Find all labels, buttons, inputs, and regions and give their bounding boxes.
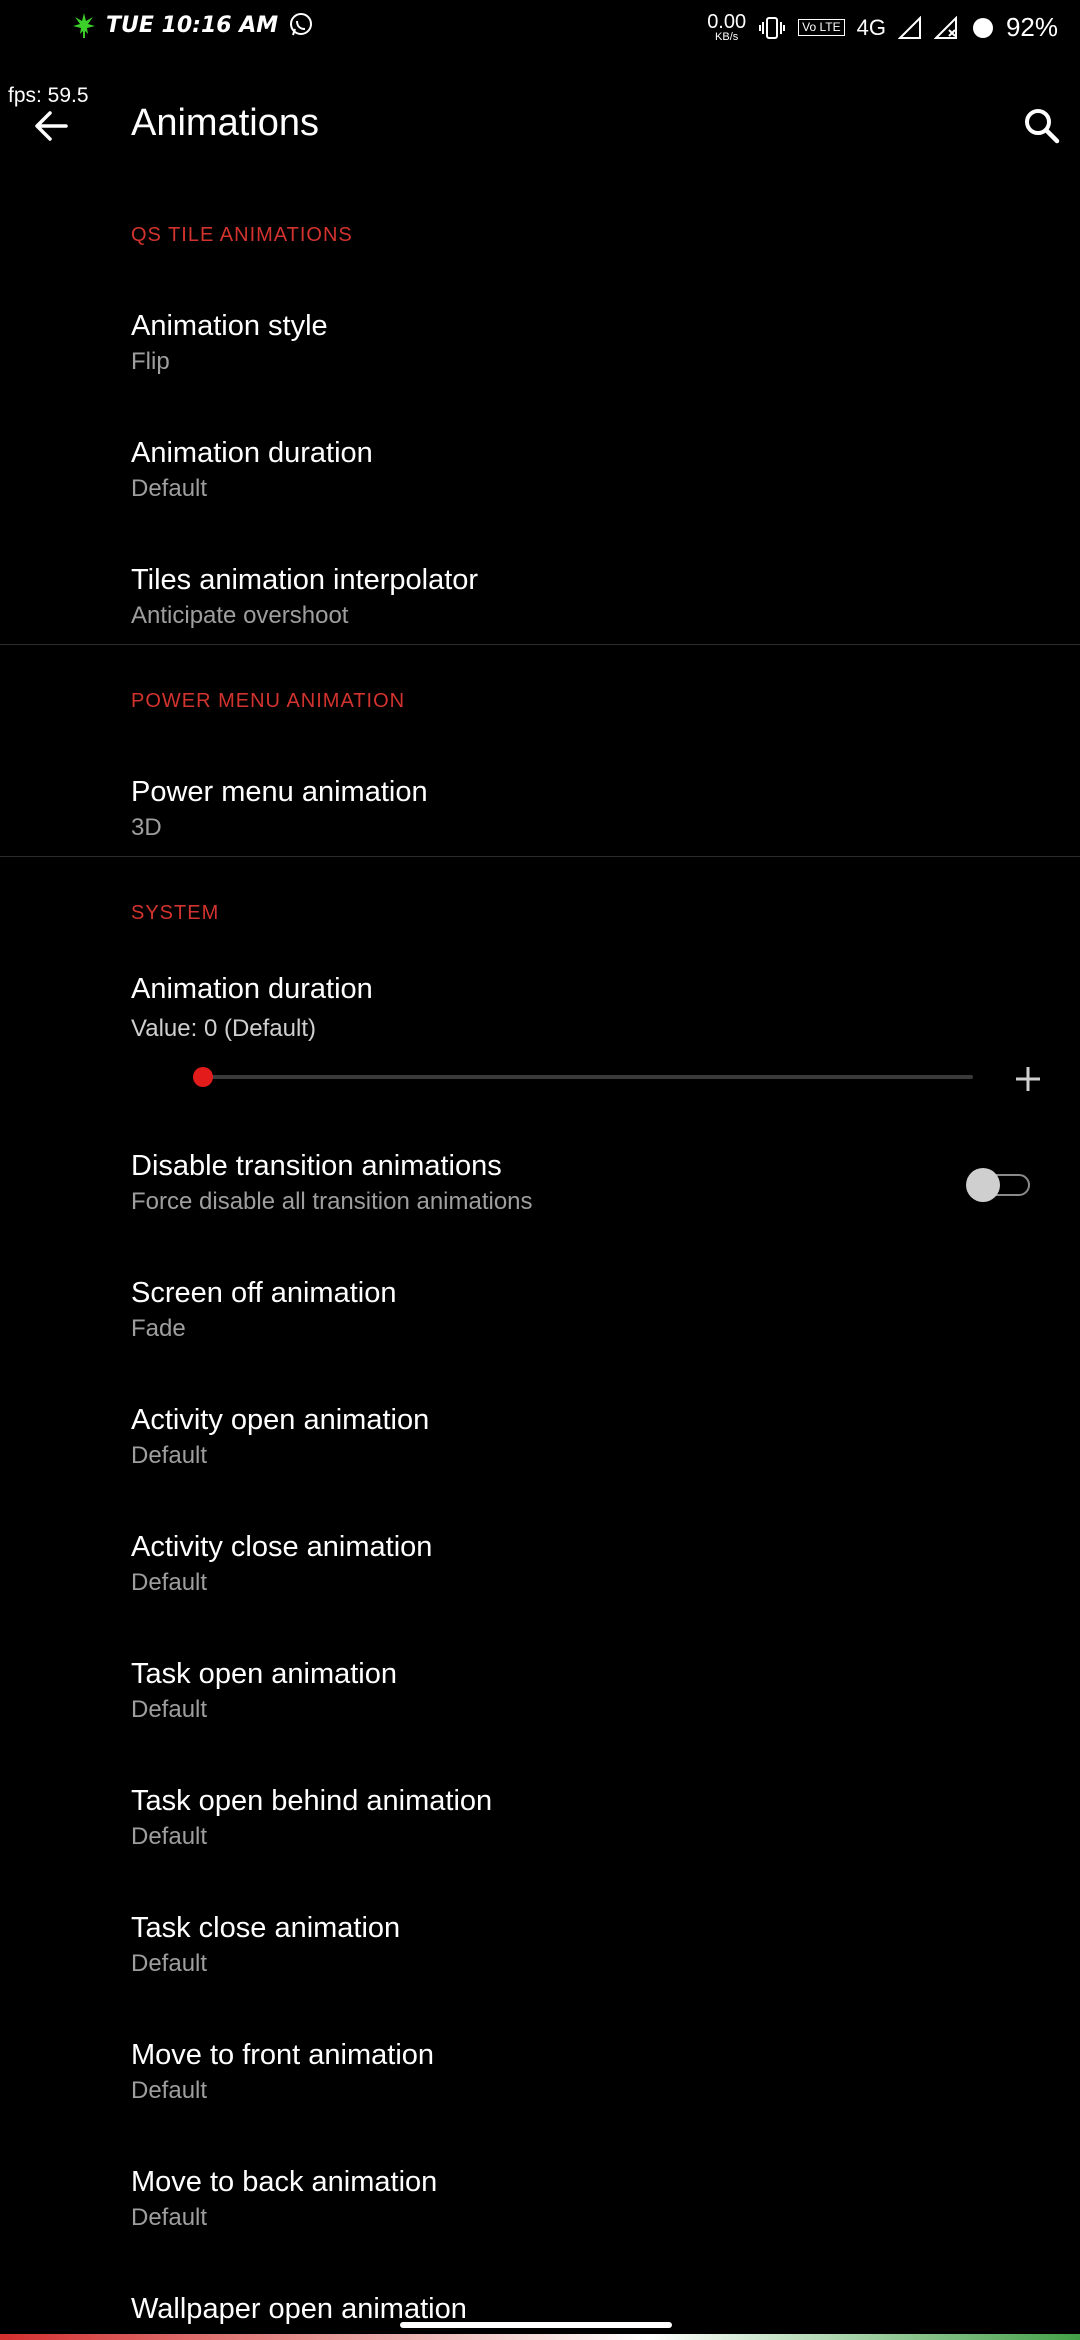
search-button[interactable] xyxy=(1016,100,1068,152)
back-button[interactable] xyxy=(26,100,78,152)
toggle-switch[interactable] xyxy=(966,1166,1030,1202)
battery-icon xyxy=(972,17,993,38)
pref-animation-duration-slider: Animation duration Value: 0 (Default) xyxy=(0,955,1080,1155)
pref-summary: Default xyxy=(131,1442,208,1469)
section-divider xyxy=(0,644,1080,645)
pref-title: Move to front animation xyxy=(131,2039,435,2071)
volte-label: Vo LTE xyxy=(798,18,845,37)
page-title: Animations xyxy=(131,102,319,144)
slider-thumb[interactable] xyxy=(193,1067,213,1087)
bottom-color-strip xyxy=(0,2334,1080,2340)
net-speed-value: 0.00 xyxy=(707,11,747,33)
pref-activity-open-animation[interactable]: Activity open animation Default xyxy=(0,1382,1080,1508)
slider-track[interactable] xyxy=(203,1075,973,1079)
pref-qs-animation-duration[interactable]: Animation duration Default xyxy=(0,415,1080,541)
whatsapp-icon xyxy=(290,13,313,36)
toggle-knob xyxy=(966,1168,1000,1202)
pref-title: Task close animation xyxy=(131,1912,401,1944)
pref-screen-off-animation[interactable]: Screen off animation Fade xyxy=(0,1255,1080,1381)
pref-title: Animation style xyxy=(131,310,328,342)
pref-title: Tiles animation interpolator xyxy=(131,564,479,596)
pref-summary: Default xyxy=(131,1696,208,1723)
pref-summary: Fade xyxy=(131,1315,186,1342)
pref-summary: Default xyxy=(131,1569,208,1596)
plus-icon xyxy=(1016,1067,1040,1091)
pref-summary: Default xyxy=(131,1950,208,1977)
pref-title: Animation duration xyxy=(131,973,373,1005)
pref-disable-transition-animations[interactable]: Disable transition animations Force disa… xyxy=(0,1128,1080,1254)
pref-tiles-interpolator[interactable]: Tiles animation interpolator Anticipate … xyxy=(0,542,1080,668)
pref-summary: Flip xyxy=(131,348,170,375)
pref-title: Move to back animation xyxy=(131,2166,438,2198)
pref-task-close-animation[interactable]: Task close animation Default xyxy=(0,1890,1080,2016)
pref-title: Task open animation xyxy=(131,1658,397,1690)
signal-x-icon xyxy=(933,15,957,39)
pref-task-open-behind-animation[interactable]: Task open behind animation Default xyxy=(0,1763,1080,1889)
pref-move-to-front-animation[interactable]: Move to front animation Default xyxy=(0,2017,1080,2143)
pref-summary: 3D xyxy=(131,814,162,841)
app-bar: Animations xyxy=(0,90,1080,166)
section-qs-tile-animations: QS TILE ANIMATIONS xyxy=(131,224,353,246)
pref-summary: Default xyxy=(131,1823,208,1850)
pref-summary: Default xyxy=(131,475,208,502)
slider-value-text: Value: 0 (Default) xyxy=(131,1015,316,1042)
vibrate-icon xyxy=(759,16,786,39)
pref-summary: Default xyxy=(131,2077,208,2104)
net-speed: 0.00 KB/s xyxy=(707,12,746,43)
pref-summary: Default xyxy=(131,2204,208,2231)
pref-animation-style[interactable]: Animation style Flip xyxy=(0,288,1080,414)
status-right: 0.00 KB/s Vo LTE 4G 92% xyxy=(707,12,1058,43)
section-system: SYSTEM xyxy=(131,902,220,924)
status-left: TUE 10:16 AM xyxy=(72,12,314,38)
pref-task-open-animation[interactable]: Task open animation Default xyxy=(0,1636,1080,1762)
pref-title: Power menu animation xyxy=(131,776,428,808)
gesture-nav-bar[interactable] xyxy=(400,2322,672,2328)
battery-percent: 92% xyxy=(1005,12,1058,42)
pref-summary: Force disable all transition animations xyxy=(131,1188,533,1215)
pref-activity-close-animation[interactable]: Activity close animation Default xyxy=(0,1509,1080,1635)
pref-title: Task open behind animation xyxy=(131,1785,493,1817)
network-type: 4G xyxy=(856,14,886,40)
pref-power-menu-animation[interactable]: Power menu animation 3D xyxy=(0,754,1080,880)
pref-move-to-back-animation[interactable]: Move to back animation Default xyxy=(0,2144,1080,2270)
pref-title: Activity close animation xyxy=(131,1531,433,1563)
section-power-menu-animation: POWER MENU ANIMATION xyxy=(131,690,406,712)
pref-summary: Anticipate overshoot xyxy=(131,602,349,629)
arrow-left-icon xyxy=(35,111,68,141)
status-bar: TUE 10:16 AM 0.00 KB/s Vo LTE 4G 92% xyxy=(0,0,1080,60)
pref-title: Activity open animation xyxy=(131,1404,430,1436)
net-speed-unit: KB/s xyxy=(715,31,739,43)
leaf-icon xyxy=(73,13,95,38)
signal-icon xyxy=(897,15,921,39)
pref-title: Screen off animation xyxy=(131,1277,397,1309)
increment-button[interactable] xyxy=(1010,1061,1046,1097)
status-time: TUE 10:16 AM xyxy=(106,12,279,38)
search-icon xyxy=(1025,109,1060,144)
pref-title: Animation duration xyxy=(131,437,373,469)
section-divider xyxy=(0,856,1080,857)
pref-title: Disable transition animations xyxy=(131,1150,502,1182)
